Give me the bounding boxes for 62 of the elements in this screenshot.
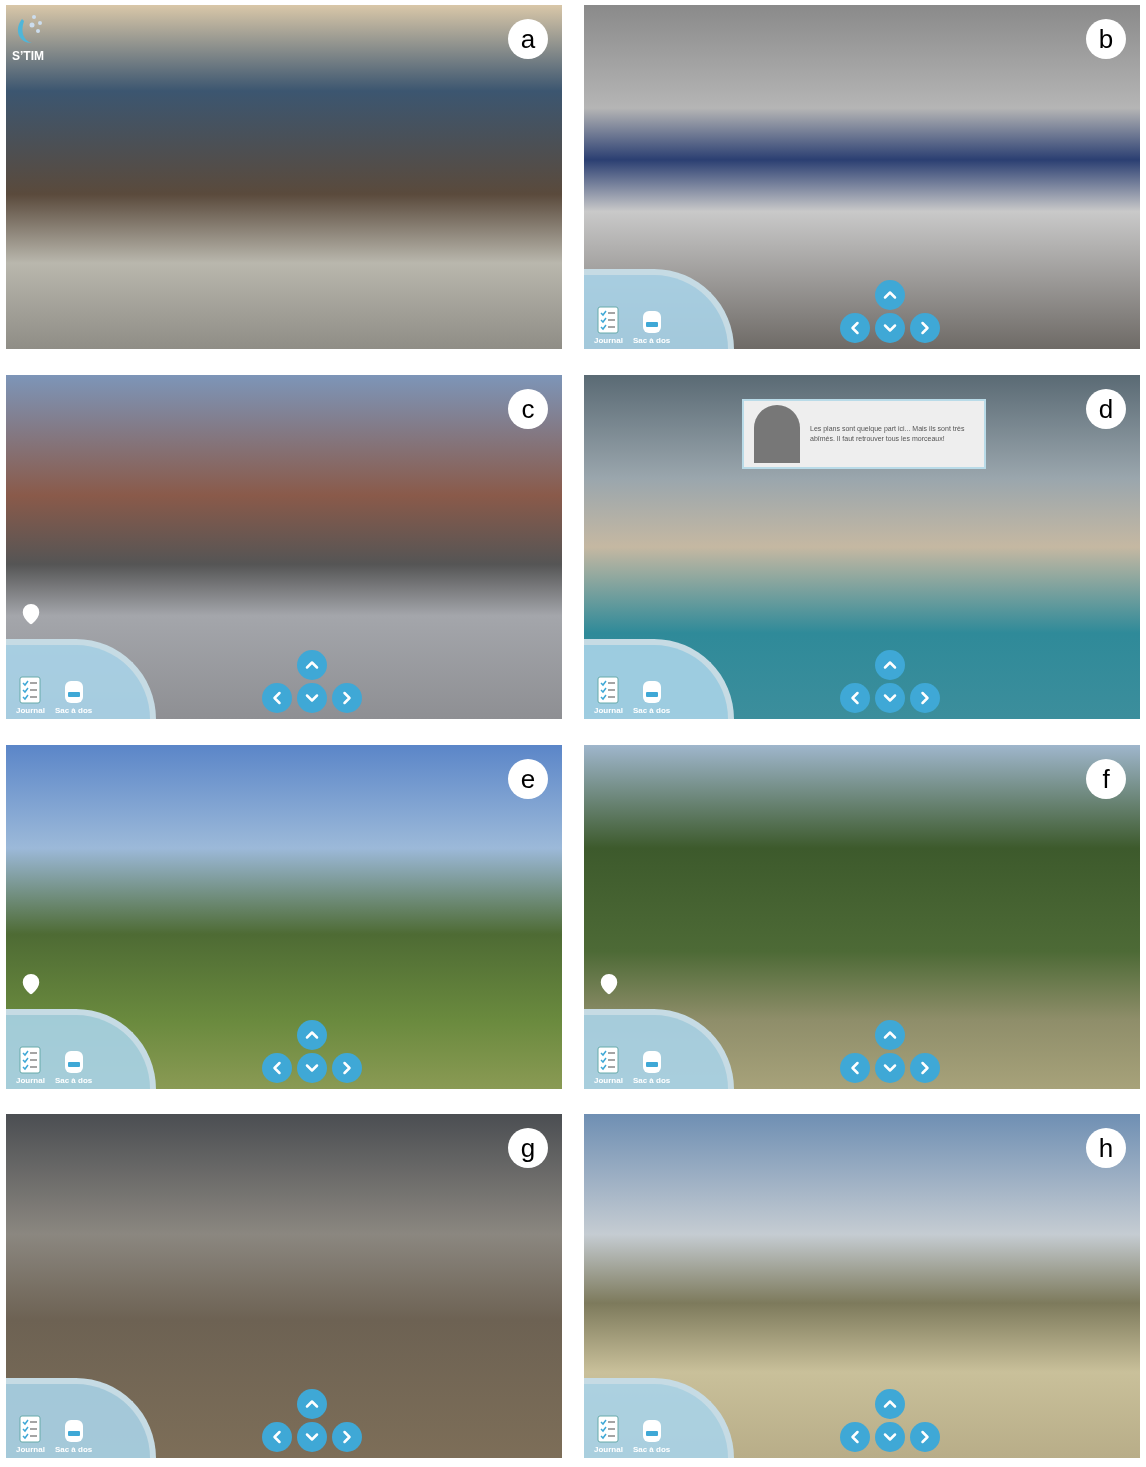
panel-label: h	[1086, 1128, 1126, 1169]
backpack-button[interactable]: Sac à dos	[632, 310, 671, 345]
right-arrow-button[interactable]	[909, 1052, 940, 1083]
journal-button[interactable]: Journal	[594, 675, 623, 715]
panel-label: a	[508, 19, 548, 59]
down-arrow-button[interactable]	[296, 1052, 327, 1083]
up-arrow-button[interactable]	[874, 1389, 905, 1420]
down-arrow-button[interactable]	[296, 682, 327, 713]
logo-text: S’TIM	[12, 48, 44, 65]
checklist-icon	[597, 675, 620, 704]
journal-button[interactable]: Journal	[594, 1045, 623, 1085]
journal-button[interactable]: Journal	[594, 306, 623, 345]
right-arrow-button[interactable]	[909, 313, 940, 343]
left-arrow-button[interactable]	[261, 1052, 292, 1083]
down-arrow-button[interactable]	[874, 313, 905, 343]
checklist-icon	[597, 1415, 620, 1444]
right-arrow-button[interactable]	[331, 1052, 362, 1083]
backpack-button[interactable]: Sac à dos	[632, 1049, 671, 1085]
up-arrow-button[interactable]	[296, 1389, 327, 1420]
right-arrow-button[interactable]	[331, 1422, 362, 1453]
panel-label: c	[508, 388, 548, 429]
panel-label: g	[508, 1128, 548, 1169]
map-pin-icon[interactable]	[20, 602, 42, 625]
left-arrow-button[interactable]	[839, 1052, 870, 1083]
up-arrow-button[interactable]	[874, 649, 905, 680]
journal-button[interactable]: Journal	[16, 1415, 45, 1455]
up-arrow-button[interactable]	[296, 649, 327, 680]
backpack-button[interactable]: Sac à dos	[54, 1049, 93, 1085]
checklist-icon	[19, 1045, 42, 1074]
right-arrow-button[interactable]	[331, 682, 362, 713]
journal-button[interactable]: Journal	[594, 1415, 623, 1455]
checklist-icon	[19, 675, 42, 704]
right-arrow-button[interactable]	[909, 1422, 940, 1453]
down-arrow-button[interactable]	[296, 1422, 327, 1453]
left-arrow-button[interactable]	[839, 682, 870, 713]
up-arrow-button[interactable]	[874, 280, 905, 310]
checklist-icon	[597, 306, 620, 334]
panel-label: f	[1086, 758, 1126, 799]
panel-label: d	[1086, 388, 1126, 429]
backpack-button[interactable]: Sac à dos	[54, 679, 93, 715]
backpack-button[interactable]: Sac à dos	[632, 679, 671, 715]
left-arrow-button[interactable]	[839, 1422, 870, 1453]
map-pin-icon[interactable]	[20, 972, 42, 995]
up-arrow-button[interactable]	[296, 1019, 327, 1050]
map-pin-icon[interactable]	[598, 972, 620, 995]
left-arrow-button[interactable]	[839, 313, 870, 343]
down-arrow-button[interactable]	[874, 1422, 905, 1453]
panel-label: e	[508, 758, 548, 799]
panel-label: b	[1086, 19, 1126, 59]
backpack-button[interactable]: Sac à dos	[632, 1419, 671, 1455]
checklist-icon	[597, 1045, 620, 1074]
journal-button[interactable]: Journal	[16, 675, 45, 715]
right-arrow-button[interactable]	[909, 682, 940, 713]
journal-button[interactable]: Journal	[16, 1045, 45, 1085]
left-arrow-button[interactable]	[261, 682, 292, 713]
avatar-silhouette	[754, 404, 800, 463]
down-arrow-button[interactable]	[874, 1052, 905, 1083]
up-arrow-button[interactable]	[874, 1019, 905, 1050]
backpack-button[interactable]: Sac à dos	[54, 1419, 93, 1455]
down-arrow-button[interactable]	[874, 682, 905, 713]
checklist-icon	[19, 1415, 42, 1444]
left-arrow-button[interactable]	[261, 1422, 292, 1453]
